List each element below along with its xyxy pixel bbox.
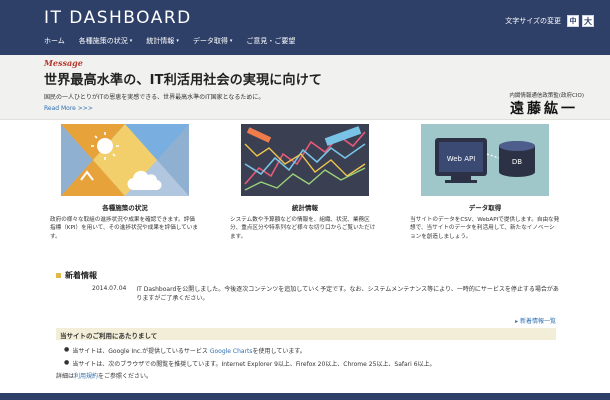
statistics-illustration: [241, 124, 369, 196]
nav-feedback[interactable]: ご意見・ご要望: [246, 36, 295, 46]
message-kicker: Message: [44, 58, 83, 68]
news-heading-text: 新着情報: [65, 271, 97, 280]
card-data-download[interactable]: Web API DB データ取得 当サイトのデータをCSV、WebAPIで提供し…: [405, 124, 565, 241]
site-logo[interactable]: IT DASHBOARD: [44, 8, 192, 28]
main-nav: ホーム 各種施策の状況 ▾ 統計情報 ▾ データ取得 ▾ ご意見・ご要望: [44, 36, 295, 46]
message-subtitle: 国民の一人ひとりがITの恩恵を実感できる、世界最高水準のIT国家となるために。: [44, 94, 265, 101]
notice-heading-bar: 当サイトのご利用にあたりまして: [56, 328, 556, 340]
message-title: 世界最高水準の、IT利活用社会の実現に向けて: [44, 73, 323, 88]
nav-policy-status[interactable]: 各種施策の状況 ▾: [79, 36, 133, 46]
web-api-label: Web API: [447, 155, 476, 163]
news-item: 2014.07.04 IT Dashboardを公開しました。今後逐次コンテンツ…: [92, 285, 562, 303]
card-title: 各種施策の状況: [102, 204, 148, 212]
card-description: 政府の様々な取組の進捗状況や成果を確認できます。評価指標（KPI）を用いて、その…: [50, 217, 198, 240]
caret-down-icon: ▾: [229, 38, 233, 44]
notice-footer: 詳細は利用規約をご参照ください。: [56, 373, 153, 380]
card-description: 当サイトのデータをCSV、WebAPIで提供します。自由な発想で、当サイトのデー…: [410, 217, 560, 240]
font-size-medium-button[interactable]: 中: [567, 15, 579, 27]
caret-down-icon: ▾: [129, 38, 133, 44]
news-heading: 新着情報: [56, 270, 97, 281]
db-label: DB: [512, 158, 522, 166]
cio-message: Message 世界最高水準の、IT利活用社会の実現に向けて 国民の一人ひとりが…: [0, 55, 610, 120]
card-title: 統計情報: [292, 204, 318, 212]
card-policy-status[interactable]: 各種施策の状況 政府の様々な取組の進捗状況や成果を確認できます。評価指標（KPI…: [45, 124, 205, 241]
cio-signature: 遠藤紘一: [510, 101, 578, 117]
list-item: ● 当サイトは、Google Inc.が提供しているサービス Google Ch…: [64, 346, 306, 355]
notice-heading: 当サイトのご利用にあたりまして: [60, 332, 158, 340]
card-title: データ取得: [468, 204, 502, 212]
feature-cards: 各種施策の状況 政府の様々な取組の進捗状況や成果を確認できます。評価指標（KPI…: [0, 124, 610, 264]
nav-statistics[interactable]: 統計情報 ▾: [146, 36, 179, 46]
bullet-icon: ●: [64, 346, 70, 353]
square-bullet-icon: [56, 273, 61, 278]
card-statistics[interactable]: 統計情報 システム数や予算額などの情報を、組織、状況、業務区分、重点区分や特系列…: [225, 124, 385, 241]
read-more-link[interactable]: Read More >>>: [44, 105, 93, 112]
site-header: IT DASHBOARD 文字サイズの変更 中 大 ホーム 各種施策の状況 ▾ 統…: [0, 0, 610, 55]
caret-down-icon: ▾: [176, 38, 179, 44]
font-size-label: 文字サイズの変更: [505, 17, 561, 25]
footer-bar: [0, 393, 610, 400]
card-description: システム数や予算額などの情報を、組織、状況、業務区分、重点区分や特系列など様々な…: [230, 217, 376, 240]
news-text: IT Dashboardを公開しました。今後逐次コンテンツを追加していく予定です…: [136, 286, 559, 302]
news-list-link[interactable]: ▸ 新着情報一覧: [515, 316, 556, 325]
google-charts-link[interactable]: Google Charts: [210, 348, 253, 355]
news-date: 2014.07.04: [92, 285, 127, 292]
terms-link[interactable]: 利用規約: [74, 373, 98, 380]
data-download-illustration: Web API DB: [421, 124, 549, 196]
list-item: ● 当サイトは、次のブラウザでの閲覧を推奨しています。Internet Expl…: [64, 359, 436, 368]
bullet-icon: ●: [64, 359, 70, 366]
notice-list: ● 当サイトは、Google Inc.が提供しているサービス Google Ch…: [64, 346, 436, 372]
policy-status-illustration: [61, 124, 189, 196]
nav-home[interactable]: ホーム: [44, 36, 65, 46]
nav-data-download[interactable]: データ取得 ▾: [193, 36, 233, 46]
font-size-large-button[interactable]: 大: [582, 15, 594, 27]
font-size-switcher: 文字サイズの変更 中 大: [505, 15, 594, 27]
